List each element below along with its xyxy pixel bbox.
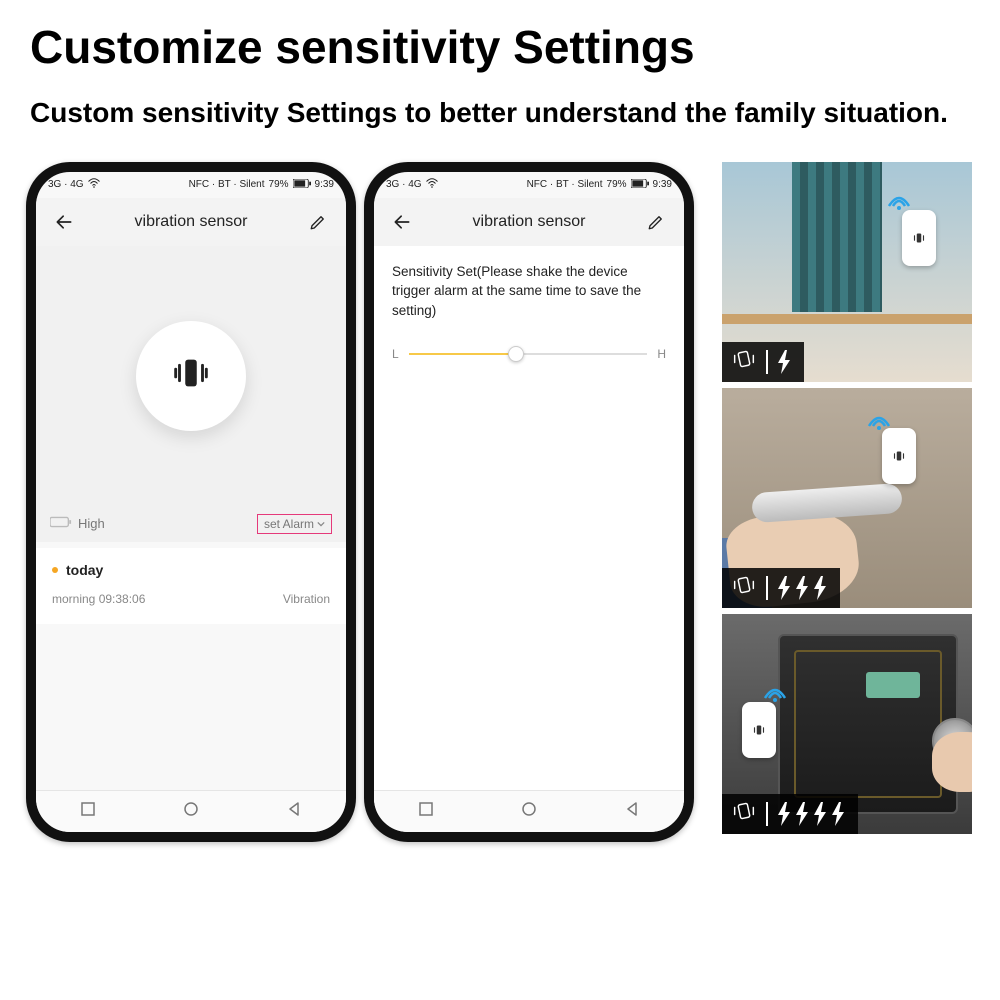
battery-level-label: High — [78, 516, 105, 531]
vibration-icon — [168, 350, 214, 401]
back-button[interactable] — [390, 210, 414, 234]
today-heading: today — [52, 562, 330, 578]
sensitivity-panel: Sensitivity Set(Please shake the device … — [374, 246, 684, 806]
sensor-device-icon — [742, 702, 776, 758]
wifi-icon — [426, 178, 438, 191]
phone-sensitivity-screen: 3G · 4G NFC · BT · Silent 79% 9:39 vibra… — [364, 162, 694, 842]
lightning-icon — [794, 576, 810, 600]
safe-screen — [866, 672, 920, 698]
wifi-icon — [88, 178, 100, 191]
bolt-row — [776, 576, 828, 600]
event-row[interactable]: morning 09:38:06 Vibration — [52, 578, 330, 614]
today-label: today — [66, 562, 103, 578]
device-icon-circle[interactable] — [136, 321, 246, 431]
sensitivity-slider-row: L H — [392, 344, 666, 364]
shelf-illustration — [722, 314, 972, 324]
page-subhead: Custom sensitivity Settings to better un… — [0, 84, 1000, 162]
status-icons: NFC · BT · Silent — [527, 179, 603, 190]
lightning-icon — [776, 802, 792, 826]
status-bar: 3G · 4G NFC · BT · Silent 79% 9:39 — [374, 172, 684, 198]
battery-icon — [631, 179, 649, 191]
intensity-badge — [722, 342, 804, 382]
nav-home-icon[interactable] — [183, 801, 199, 822]
nav-home-icon[interactable] — [521, 801, 537, 822]
lightning-icon — [776, 576, 792, 600]
wifi-icon — [762, 678, 788, 704]
vibration-outline-icon — [730, 571, 758, 604]
app-bar: vibration sensor — [374, 198, 684, 246]
vibration-outline-icon — [730, 345, 758, 378]
edit-button[interactable] — [644, 210, 668, 234]
lightning-icon — [794, 802, 810, 826]
intensity-badge — [722, 568, 840, 608]
battery-percent: 79% — [269, 179, 289, 190]
hand-illustration — [932, 732, 972, 792]
set-alarm-label: set Alarm — [264, 517, 314, 531]
wifi-icon — [886, 186, 912, 212]
curtain-illustration — [792, 162, 882, 312]
bolt-row — [776, 350, 792, 374]
clock-text: 9:39 — [653, 179, 672, 190]
use-case-gallery — [722, 162, 972, 834]
page-headline: Customize sensitivity Settings — [0, 0, 1000, 84]
android-nav-bar — [36, 790, 346, 832]
battery-outline-icon — [50, 516, 72, 531]
sensor-device-icon — [902, 210, 936, 266]
battery-icon — [293, 179, 311, 191]
sensitivity-description: Sensitivity Set(Please shake the device … — [392, 262, 666, 321]
signal-indicator: 3G · 4G — [48, 179, 84, 190]
device-hero — [36, 246, 346, 506]
nav-back-icon[interactable] — [286, 801, 302, 822]
tile-door-handle — [722, 388, 972, 608]
slider-low-label: L — [392, 347, 399, 361]
vibration-outline-icon — [730, 797, 758, 830]
lightning-icon — [812, 802, 828, 826]
app-bar: vibration sensor — [36, 198, 346, 246]
door-handle-illustration — [751, 483, 903, 523]
status-row: High set Alarm — [36, 506, 346, 542]
phone-main-screen: 3G · 4G NFC · BT · Silent 79% 9:39 vibra… — [26, 162, 356, 842]
lightning-icon — [776, 350, 792, 374]
back-button[interactable] — [52, 210, 76, 234]
lightning-icon — [812, 576, 828, 600]
screen-title: vibration sensor — [473, 213, 586, 231]
chevron-down-icon — [317, 517, 325, 531]
slider-thumb[interactable] — [508, 346, 524, 362]
separator — [766, 576, 768, 600]
today-dot-icon — [52, 567, 58, 573]
signal-indicator: 3G · 4G — [386, 179, 422, 190]
battery-percent: 79% — [607, 179, 627, 190]
edit-button[interactable] — [306, 210, 330, 234]
slider-high-label: H — [657, 347, 666, 361]
clock-text: 9:39 — [315, 179, 334, 190]
safe-illustration — [778, 634, 958, 814]
screen-title: vibration sensor — [135, 213, 248, 231]
tile-living-room — [722, 162, 972, 382]
event-type: Vibration — [283, 592, 330, 606]
events-card: today morning 09:38:06 Vibration — [36, 548, 346, 624]
set-alarm-button[interactable]: set Alarm — [257, 514, 332, 534]
separator — [766, 802, 768, 826]
status-icons: NFC · BT · Silent — [189, 179, 265, 190]
nav-recent-icon[interactable] — [80, 801, 96, 822]
intensity-badge — [722, 794, 858, 834]
tile-safe-box — [722, 614, 972, 834]
lightning-icon — [830, 802, 846, 826]
nav-recent-icon[interactable] — [418, 801, 434, 822]
status-bar: 3G · 4G NFC · BT · Silent 79% 9:39 — [36, 172, 346, 198]
bolt-row — [776, 802, 846, 826]
android-nav-bar — [374, 790, 684, 832]
slider-fill — [409, 353, 516, 355]
sensitivity-slider[interactable] — [409, 344, 648, 364]
stage: 3G · 4G NFC · BT · Silent 79% 9:39 vibra… — [0, 162, 1000, 842]
nav-back-icon[interactable] — [624, 801, 640, 822]
separator — [766, 350, 768, 374]
event-time: morning 09:38:06 — [52, 592, 145, 606]
sensor-device-icon — [882, 428, 916, 484]
